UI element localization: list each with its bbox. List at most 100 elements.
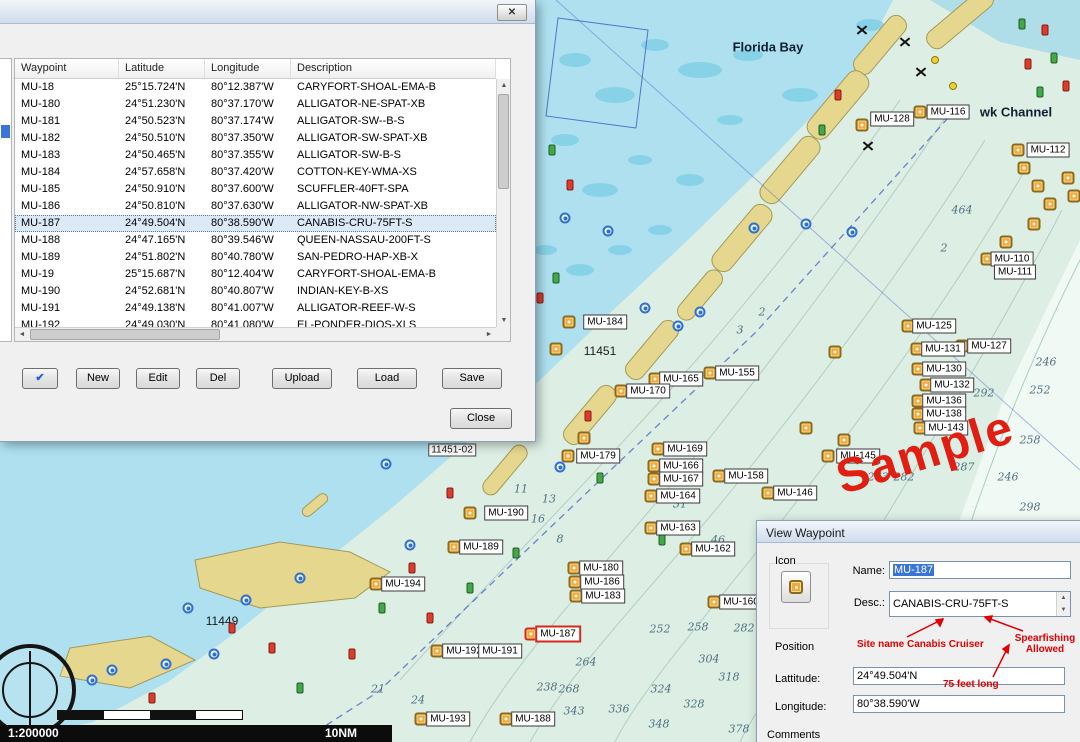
waypoint-table[interactable]: Waypoint Latitude Longitude Description … — [14, 58, 511, 342]
waypoint-marker[interactable] — [550, 343, 563, 356]
waypoint-label[interactable]: MU-128 — [870, 112, 914, 127]
waypoint-marker[interactable] — [1018, 162, 1031, 175]
table-row[interactable]: MU-1825°15.724'N80°12.387'WCARYFORT-SHOA… — [15, 79, 496, 96]
waypoint-label[interactable]: MU-167 — [659, 472, 703, 487]
scroll-right-icon[interactable]: ► — [482, 328, 496, 341]
table-row[interactable]: MU-18924°51.802'N80°40.780'WSAN-PEDRO-HA… — [15, 249, 496, 266]
table-row[interactable]: MU-1925°15.687'N80°12.404'WCARYFORT-SHOA… — [15, 266, 496, 283]
waypoint-label[interactable]: MU-193 — [426, 712, 470, 727]
scroll-up-icon[interactable]: ▲ — [497, 79, 511, 92]
waypoint-list-titlebar[interactable]: ✕ — [0, 0, 535, 24]
depth-sounding: 11 — [514, 483, 528, 496]
waypoint-label[interactable]: MU-131 — [921, 342, 965, 357]
table-row[interactable]: MU-18024°51.230'N80°37.170'WALLIGATOR-NE… — [15, 96, 496, 113]
table-row[interactable]: MU-18524°50.910'N80°37.600'WSCUFFLER-40F… — [15, 181, 496, 198]
waypoint-label[interactable]: MU-158 — [724, 469, 768, 484]
column-header-latitude[interactable]: Latitude — [119, 59, 205, 78]
waypoint-marker[interactable] — [800, 422, 813, 435]
table-row[interactable]: MU-18324°50.465'N80°37.355'WALLIGATOR-SW… — [15, 147, 496, 164]
waypoint-label[interactable]: MU-163 — [656, 521, 700, 536]
waypoint-label[interactable]: MU-183 — [581, 589, 625, 604]
table-row[interactable]: MU-18824°47.165'N80°39.546'WQUEEN-NASSAU… — [15, 232, 496, 249]
waypoint-label[interactable]: MU-162 — [691, 542, 735, 557]
waypoint-marker[interactable] — [578, 432, 591, 445]
chart-number: 11451-02 — [428, 444, 476, 457]
save-button[interactable]: Save — [442, 368, 502, 389]
waypoint-icon-button[interactable] — [781, 571, 811, 603]
horizontal-scroll-thumb[interactable] — [30, 329, 220, 340]
waypoint-label[interactable]: MU-194 — [381, 577, 425, 592]
load-button[interactable]: Load — [357, 368, 417, 389]
blue-buoy-icon — [295, 573, 306, 584]
column-header-longitude[interactable]: Longitude — [205, 59, 291, 78]
waypoint-marker[interactable] — [1028, 218, 1041, 231]
column-header-waypoint[interactable]: Waypoint — [15, 59, 119, 78]
waypoint-label[interactable]: MU-170 — [626, 384, 670, 399]
waypoint-marker[interactable] — [838, 434, 851, 447]
table-cell: MU-192 — [15, 317, 119, 327]
table-row[interactable]: MU-19024°52.681'N80°40.807'WINDIAN-KEY-B… — [15, 283, 496, 300]
waypoint-label[interactable]: MU-132 — [930, 378, 974, 393]
scroll-left-icon[interactable]: ◄ — [15, 328, 29, 341]
table-row[interactable]: MU-18424°57.658'N80°37.420'WCOTTON-KEY-W… — [15, 164, 496, 181]
waypoint-label[interactable]: MU-155 — [715, 366, 759, 381]
name-field[interactable]: MU-187 — [889, 561, 1071, 579]
waypoint-label[interactable]: MU-130 — [922, 362, 966, 377]
close-icon[interactable]: ✕ — [497, 4, 527, 21]
scroll-down-icon[interactable]: ▼ — [497, 314, 511, 327]
waypoint-label[interactable]: MU-127 — [967, 339, 1011, 354]
table-row[interactable]: MU-18624°50.810'N80°37.630'WALLIGATOR-NW… — [15, 198, 496, 215]
close-button[interactable]: Close — [450, 408, 512, 429]
waypoint-label[interactable]: MU-112 — [1027, 143, 1070, 158]
table-row[interactable]: MU-18224°50.510'N80°37.350'WALLIGATOR-SW… — [15, 130, 496, 147]
table-cell: EL-PONDER-DIOS-XLS — [291, 317, 496, 327]
waypoint-marker[interactable] — [829, 346, 842, 359]
waypoint-marker[interactable] — [914, 106, 927, 119]
waypoint-marker[interactable] — [1068, 190, 1080, 203]
waypoint-marker[interactable] — [562, 450, 575, 463]
waypoint-label[interactable]: MU-187 — [535, 626, 581, 643]
waypoint-label[interactable]: MU-188 — [511, 712, 555, 727]
waypoint-label[interactable]: MU-164 — [656, 489, 700, 504]
vertical-scroll-thumb[interactable] — [498, 94, 509, 189]
waypoint-label[interactable]: MU-116 — [927, 105, 970, 120]
waypoint-marker[interactable] — [1062, 172, 1075, 185]
vertical-scrollbar[interactable]: ▲ ▼ — [496, 79, 510, 327]
waypoint-marker[interactable] — [1032, 180, 1045, 193]
spinner-icon[interactable]: ▲▼ — [1056, 592, 1070, 616]
table-row[interactable]: MU-19224°49.030'N80°41.080'WEL-PONDER-DI… — [15, 317, 496, 327]
waypoint-marker[interactable] — [1000, 236, 1013, 249]
column-header-description[interactable]: Description — [291, 59, 496, 78]
waypoint-label[interactable]: MU-111 — [994, 265, 1036, 280]
horizontal-scrollbar[interactable]: ◄ ► — [15, 327, 496, 341]
waypoint-label[interactable]: MU-125 — [912, 319, 956, 334]
desc-field[interactable]: CANABIS-CRU-75FT-S ▲▼ — [889, 591, 1071, 617]
table-row[interactable]: MU-19124°49.138'N80°41.007'WALLIGATOR-RE… — [15, 300, 496, 317]
upload-button[interactable]: Upload — [272, 368, 332, 389]
waypoint-marker[interactable] — [1044, 198, 1057, 211]
waypoint-marker[interactable] — [563, 316, 576, 329]
new-button[interactable]: New — [76, 368, 120, 389]
waypoint-marker[interactable] — [1012, 144, 1025, 157]
waypoint-table-body[interactable]: MU-1825°15.724'N80°12.387'WCARYFORT-SHOA… — [15, 79, 496, 327]
edit-button[interactable]: Edit — [136, 368, 180, 389]
waypoint-label[interactable]: MU-180 — [579, 561, 623, 576]
waypoint-label[interactable]: MU-179 — [576, 449, 620, 464]
waypoint-label[interactable]: MU-146 — [773, 486, 817, 501]
longitude-field[interactable]: 80°38.590'W — [853, 695, 1065, 713]
confirm-button[interactable]: ✔ — [22, 368, 58, 389]
waypoint-label[interactable]: MU-169 — [663, 442, 707, 457]
waypoint-marker[interactable] — [464, 507, 477, 520]
table-cell: 80°37.170'W — [205, 96, 291, 113]
waypoint-label[interactable]: MU-184 — [583, 315, 627, 330]
table-row[interactable]: MU-18724°49.504'N80°38.590'WCANABIS-CRU-… — [15, 215, 496, 232]
waypoint-label[interactable]: MU-190 — [484, 506, 528, 521]
selected-group-indicator[interactable] — [1, 125, 10, 138]
del-button[interactable]: Del — [196, 368, 240, 389]
waypoint-marker[interactable] — [856, 119, 869, 132]
waypoint-label[interactable]: MU-189 — [459, 540, 503, 555]
waypoint-label[interactable]: MU-186 — [580, 575, 624, 590]
waypoint-group-list[interactable] — [0, 58, 12, 342]
waypoint-label[interactable]: MU-191 — [478, 644, 522, 659]
table-row[interactable]: MU-18124°50.523'N80°37.174'WALLIGATOR-SW… — [15, 113, 496, 130]
